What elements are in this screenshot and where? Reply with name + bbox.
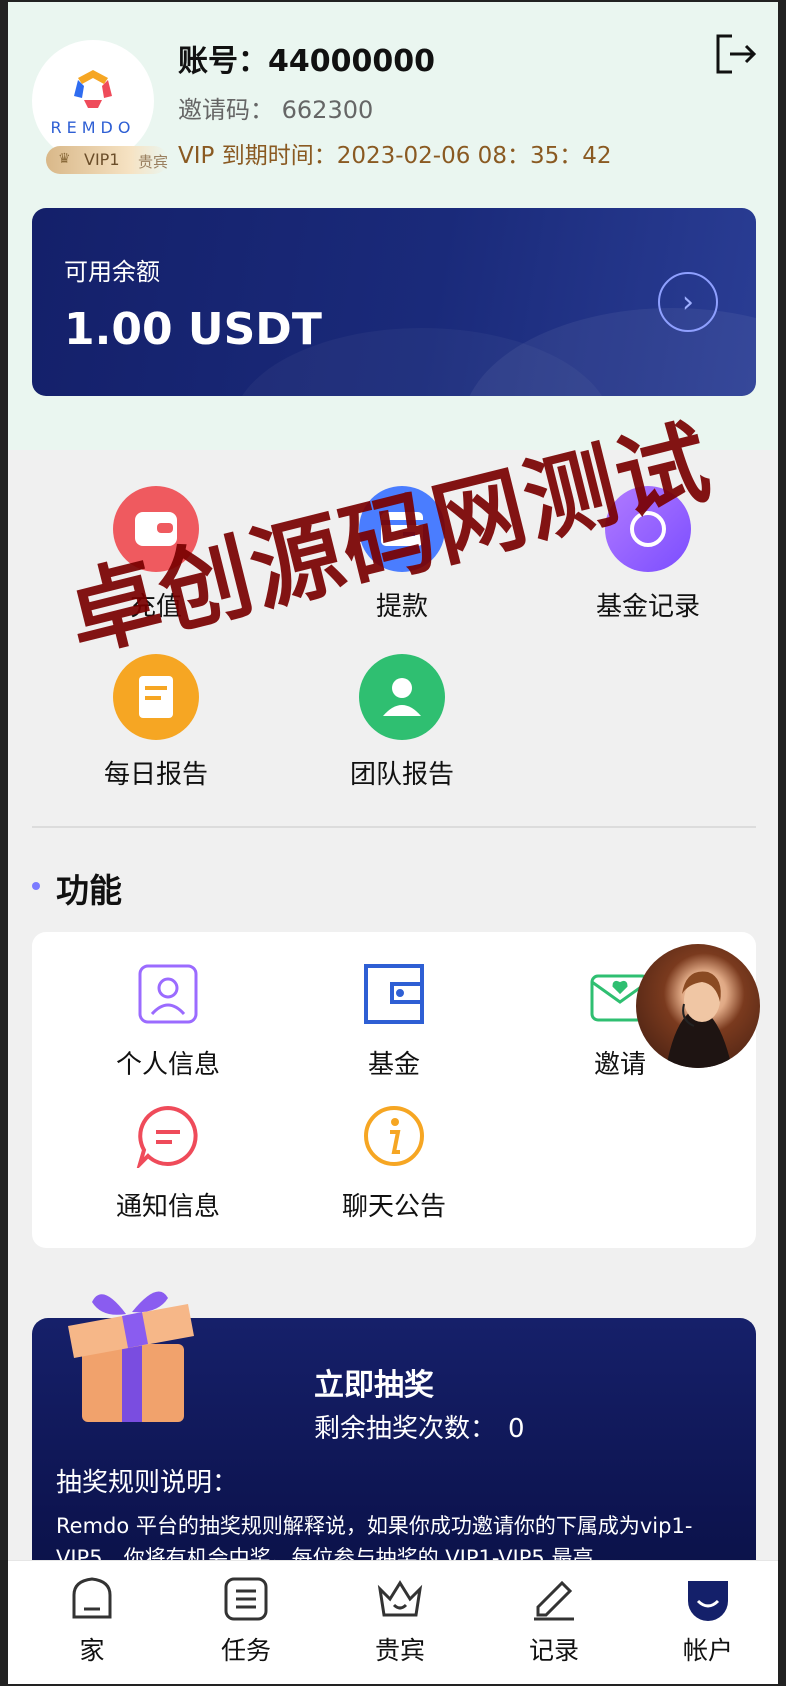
nav-label: 记录 [528,1636,579,1665]
report-icon [113,654,199,740]
vip-word: 贵宾 [138,153,169,171]
feature-label: 通知信息 [115,1192,220,1222]
lottery-count: 剩余抽奖次数： 0 [314,1414,525,1444]
profile-icon [138,964,198,1024]
nav-account[interactable]: 帐户 [648,1575,768,1667]
nav-label: 贵宾 [374,1636,425,1665]
customer-service-avatar[interactable] [636,944,760,1068]
feature-label: 聊天公告 [341,1192,446,1222]
bottom-nav: 家 任务 贵宾 记录 帐户 [8,1560,778,1684]
nav-record[interactable]: 记录 [494,1575,614,1667]
nav-task[interactable]: 任务 [186,1575,306,1667]
edit-icon [534,1580,574,1621]
feature-chat-notice[interactable]: 聊天公告 [304,1104,484,1223]
app-frame: REMDO ♛ VIP1 贵宾 账号：44000000 邀请码： 662300 … [8,2,778,1684]
section-dot [32,882,40,890]
lottery-title: 立即抽奖 [314,1368,434,1403]
action-label: 基金记录 [595,592,700,622]
remdo-logo-icon [74,70,112,108]
action-daily-report[interactable]: 每日报告 [76,654,236,791]
logo-text: REMDO [50,118,136,137]
account-icon [688,1581,728,1621]
nav-label: 家 [79,1636,105,1665]
account-header: REMDO ♛ VIP1 贵宾 账号：44000000 邀请码： 662300 … [8,2,778,450]
feature-label: 个人信息 [115,1050,220,1080]
action-team-report[interactable]: 团队报告 [322,654,482,791]
home-icon [72,1577,112,1619]
vip-badge: ♛ VIP1 贵宾 [46,146,168,174]
invite-code: 邀请码： 662300 [178,96,374,124]
nav-home[interactable]: 家 [32,1575,152,1667]
nav-label: 任务 [220,1636,271,1665]
crown-icon [377,1580,423,1617]
feature-message[interactable]: 通知信息 [78,1104,258,1223]
gift-icon [68,1291,194,1422]
chevron-right-icon[interactable]: › [658,272,718,332]
team-icon [359,654,445,740]
fund-icon [364,964,424,1024]
feature-label: 基金 [367,1050,420,1080]
avatar[interactable]: REMDO [32,40,154,162]
vip-expiry: VIP 到期时间：2023-02-06 08：35：42 [178,143,612,169]
task-icon [224,1577,268,1621]
vip-crown-icon: ♛ [58,151,71,167]
nav-vip[interactable]: 贵宾 [340,1575,460,1667]
nav-label: 帐户 [682,1636,733,1665]
info-icon [364,1106,424,1166]
balance-label: 可用余额 [64,258,160,286]
features-title: 功能 [56,871,122,910]
action-label: 团队报告 [349,760,454,790]
lottery-rules-title: 抽奖规则说明： [56,1468,239,1498]
message-icon [135,1105,198,1171]
logout-icon[interactable] [714,32,758,76]
balance-card[interactable]: 可用余额 1.00 USDT › [32,208,756,396]
feature-fund[interactable]: 基金 [304,962,484,1081]
balance-value: 1.00 USDT [64,304,322,355]
feature-profile[interactable]: 个人信息 [78,962,258,1081]
account-number: 账号：44000000 [178,44,435,79]
action-label: 每日报告 [103,760,208,790]
section-divider [32,826,756,828]
vip-level: VIP1 [84,150,120,169]
